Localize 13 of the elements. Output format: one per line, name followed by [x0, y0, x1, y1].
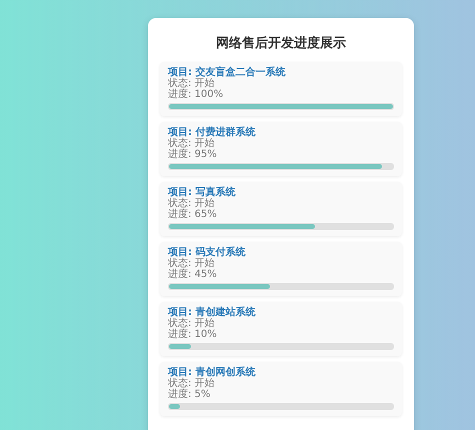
- project-status: 状态: 开始: [168, 258, 216, 269]
- project-status: 状态: 开始: [168, 198, 216, 209]
- project-name: 项目: 青创建站系统: [168, 307, 256, 318]
- project-status: 状态: 开始: [168, 78, 216, 89]
- project-name: 项目: 付费进群系统: [168, 127, 256, 138]
- project-status: 状态: 开始: [168, 378, 216, 389]
- project-name: 项目: 码支付系统: [168, 247, 246, 258]
- project-name: 项目: 写真系统: [168, 187, 236, 198]
- project-name: 项目: 青创网创系统: [168, 367, 256, 378]
- project-name: 项目: 交友盲盒二合一系统: [168, 67, 286, 78]
- page-title: 网络售后开发进度展示: [215, 34, 347, 52]
- project-status: 状态: 开始: [168, 138, 216, 149]
- project-status: 状态: 开始: [168, 318, 216, 329]
